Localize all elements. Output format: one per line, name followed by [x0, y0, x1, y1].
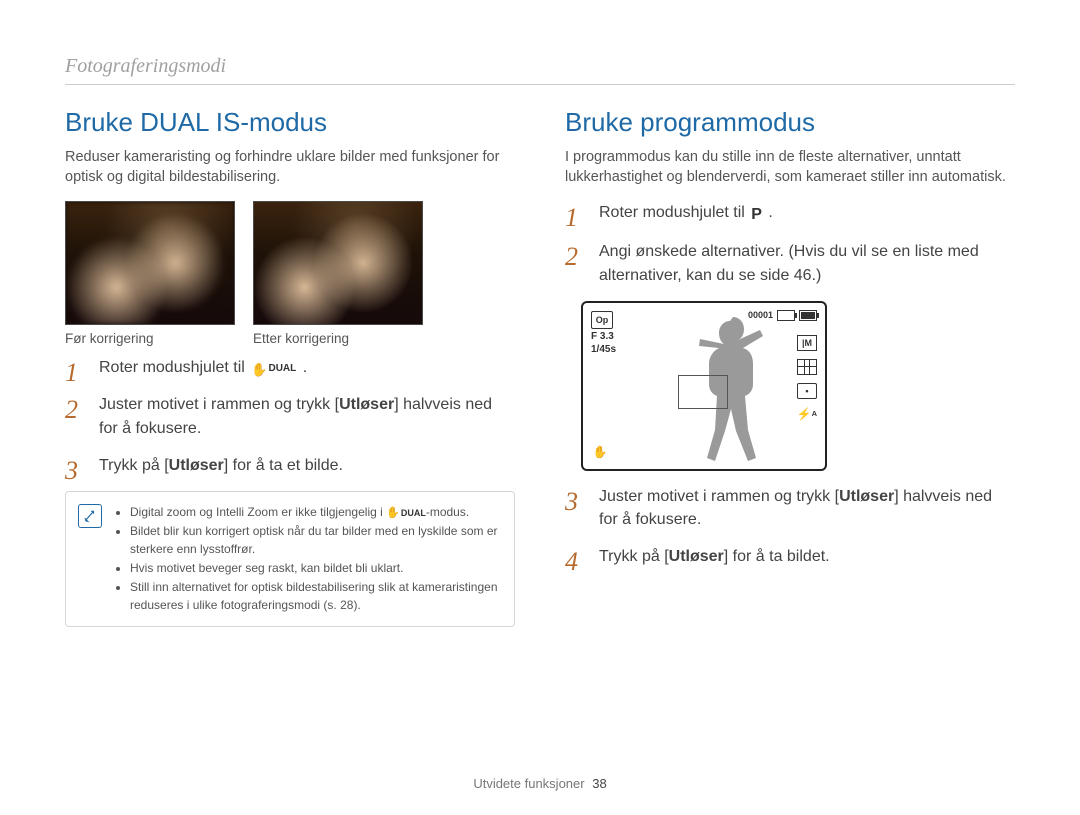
right-column: Bruke programmodus I programmodus kan du… — [565, 107, 1015, 627]
caption-after: Etter korrigering — [253, 331, 423, 346]
figure-row: Før korrigering Etter korrigering — [65, 201, 515, 346]
lcd-preview: Op F 3.3 1/45s 00001 |M • ⚡A — [581, 301, 827, 471]
right-step-2: Angi ønskede alternativer. (Hvis du vil … — [565, 240, 1015, 286]
lcd-mode-badge: Op — [591, 311, 613, 329]
footer-page-number: 38 — [592, 776, 606, 791]
right-section-title: Bruke programmodus — [565, 107, 1015, 138]
right-step-3: Juster motivet i rammen og trykk [Utløse… — [565, 485, 1015, 531]
left-step-2: Juster motivet i rammen og trykk [Utløse… — [65, 393, 515, 439]
figure-after: Etter korrigering — [253, 201, 423, 346]
footer-section-label: Utvidete funksjoner — [473, 776, 584, 791]
lcd-shutter-value: 1/45s — [591, 344, 616, 355]
note-item-2: Bildet blir kun korrigert optisk når du … — [130, 523, 502, 558]
note-item-3: Hvis motivet beveger seg raskt, kan bild… — [130, 560, 502, 577]
right-step-4: Trykk på [Utløser] for å ta bildet. — [565, 545, 1015, 568]
right-intro-text: I programmodus kan du stille inn de fles… — [565, 148, 1015, 187]
breadcrumb: Fotograferingsmodi — [65, 55, 1015, 78]
lcd-right-icons: |M • ⚡A — [797, 335, 817, 421]
page-footer: Utvidete funksjoner 38 — [0, 776, 1080, 791]
focus-frame — [678, 375, 728, 409]
figure-before: Før korrigering — [65, 201, 235, 346]
quality-icon — [797, 359, 817, 375]
note-item-4: Still inn alternativet for optisk bildes… — [130, 579, 502, 614]
dual-mode-icon-small: ✋DUAL — [386, 507, 426, 520]
dual-mode-icon: ✋DUAL — [251, 362, 296, 377]
p-mode-icon: P — [751, 203, 762, 226]
shutter-label: Utløser — [339, 396, 394, 413]
left-section-title: Bruke DUAL IS-modus — [65, 107, 515, 138]
lcd-aperture-value: F 3.3 — [591, 331, 616, 342]
left-intro-text: Reduser kameraristing og forhindre uklar… — [65, 148, 515, 187]
photo-after-correction — [253, 201, 423, 325]
caption-before: Før korrigering — [65, 331, 235, 346]
right-step-1: Roter modushjulet til P . — [565, 201, 1015, 226]
hand-icon: ✋ — [251, 363, 267, 376]
manual-page: Fotograferingsmodi Bruke DUAL IS-modus R… — [0, 0, 1080, 815]
photo-before-correction — [65, 201, 235, 325]
header-rule — [65, 84, 1015, 85]
stabilization-icon: ✋ — [591, 443, 609, 461]
resolution-icon: |M — [797, 335, 817, 351]
note-box: Digital zoom og Intelli Zoom er ikke til… — [65, 491, 515, 627]
note-icon — [78, 504, 102, 528]
battery-icon — [799, 310, 817, 321]
shutter-label: Utløser — [839, 488, 894, 505]
shutter-label: Utløser — [669, 548, 724, 565]
note-item-1: Digital zoom og Intelli Zoom er ikke til… — [130, 504, 502, 521]
left-step-1: Roter modushjulet til ✋DUAL . — [65, 356, 515, 379]
left-column: Bruke DUAL IS-modus Reduser kameraristin… — [65, 107, 515, 627]
left-steps-list: Roter modushjulet til ✋DUAL . Juster mot… — [65, 356, 515, 477]
lcd-top-left-info: Op F 3.3 1/45s — [591, 311, 616, 355]
shutter-label: Utløser — [169, 457, 224, 474]
content-columns: Bruke DUAL IS-modus Reduser kameraristin… — [65, 107, 1015, 627]
right-steps-list: Roter modushjulet til P . Angi ønskede a… — [565, 201, 1015, 287]
right-steps-list-cont: Juster motivet i rammen og trykk [Utløse… — [565, 485, 1015, 569]
note-list: Digital zoom og Intelli Zoom er ikke til… — [112, 502, 502, 616]
left-step-3: Trykk på [Utløser] for å ta et bilde. — [65, 454, 515, 477]
flash-auto-icon: ⚡A — [797, 407, 817, 421]
metering-icon: • — [797, 383, 817, 399]
